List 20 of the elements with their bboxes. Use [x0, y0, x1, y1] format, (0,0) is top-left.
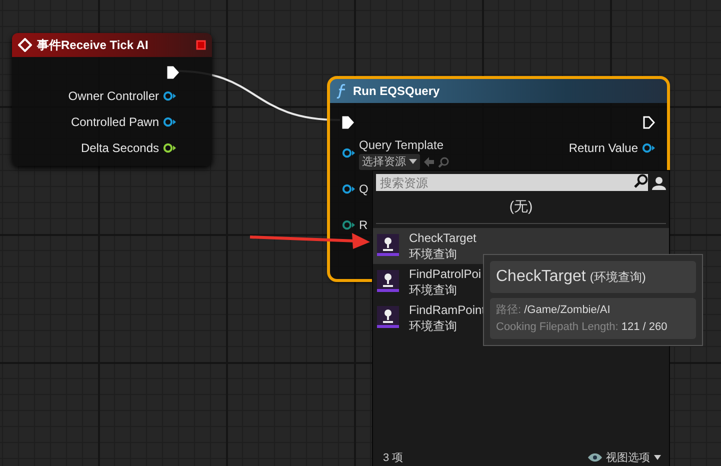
pin-label: Owner Controller [68, 88, 159, 105]
asset-type: 环境查询 [409, 282, 458, 298]
asset-name: CheckTarget [409, 230, 476, 246]
asset-type: 环境查询 [409, 246, 458, 262]
asset-name: FindRamPoint [409, 302, 486, 318]
pin-label: Controlled Pawn [70, 114, 159, 131]
info-label: 路径: [496, 303, 522, 318]
pin-label: Delta Seconds [80, 140, 159, 157]
node-title: 事件Receive Tick AI [37, 37, 150, 54]
node-title: Run EQSQuery [353, 83, 440, 100]
pin-label: R [359, 217, 368, 234]
info-label: Cooking Filepath Length: [496, 320, 620, 334]
item-count: 3 项 [383, 450, 404, 466]
info-value: 121 / 260 [621, 320, 668, 334]
asset-type: 环境查询 [409, 318, 458, 334]
info-value: /Game/Zombie/AI [524, 303, 610, 318]
asset-name: FindPatrolPoi [409, 266, 482, 282]
pin-label: Q [359, 181, 368, 198]
pin-label: Return Value [568, 140, 638, 157]
pin-label: Query Template [359, 136, 444, 154]
